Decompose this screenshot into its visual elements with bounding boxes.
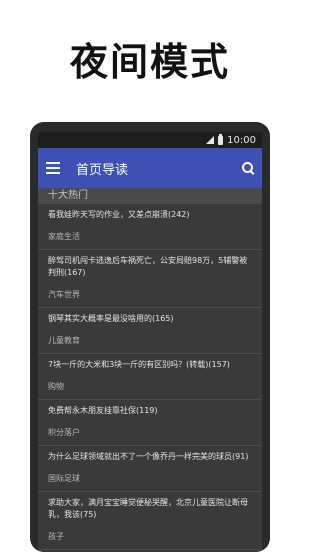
search-icon[interactable] — [242, 162, 254, 174]
list-item[interactable]: 免费帮永木朋友挂靠社保(119) 积分落户 — [38, 400, 262, 446]
list-item[interactable]: 醉驾司机闯卡逃逸后车祸死亡，公安局赔98万，5辅警被判刑(167) 汽车世界 — [38, 250, 262, 308]
item-category: 家庭生活 — [48, 232, 80, 241]
item-category: 汽车世界 — [48, 290, 80, 299]
item-title: 免费帮永木朋友挂靠社保(119) — [48, 406, 158, 415]
status-time: 10:00 — [227, 134, 256, 146]
list-item[interactable]: 钢琴其实大概率是最没啥用的(165) 儿童教育 — [38, 308, 262, 354]
battery-icon — [218, 133, 224, 145]
app-bar-title: 首页导读 — [76, 162, 129, 178]
item-title: 求助大家，满月宝宝睡觉便秘哭醒，北京儿童医院让断母乳，我该(75) — [48, 498, 248, 519]
menu-icon[interactable] — [46, 162, 60, 174]
list-item[interactable]: 7块一斤的大米和3块一斤的有区别吗？(转载)(157) 购物 — [38, 354, 262, 400]
item-title: 钢琴其实大概率是最没啥用的(165) — [48, 314, 174, 323]
app-bar: 首页导读 — [38, 148, 262, 188]
article-list: 看我娃昨天写的作业，又差点崩溃(242) 家庭生活 醉驾司机闯卡逃逸后车祸死亡，… — [38, 204, 262, 550]
status-bar: 10:00 — [38, 132, 262, 148]
list-item[interactable]: 为什么足球领域就出不了一个像乔丹一样完美的球员(91) 国际足球 — [38, 446, 262, 492]
section-header: 十大热门 — [38, 188, 262, 204]
item-title: 看我娃昨天写的作业，又差点崩溃(242) — [48, 210, 190, 219]
item-title: 醉驾司机闯卡逃逸后车祸死亡，公安局赔98万，5辅警被判刑(167) — [48, 256, 248, 277]
item-category: 儿童教育 — [48, 336, 80, 345]
phone-frame: 10:00 首页导读 十大热门 看我娃昨天写的作业，又差点崩溃(242) 家庭生… — [30, 122, 270, 552]
item-category: 购物 — [48, 382, 64, 391]
item-category: 积分落户 — [48, 428, 80, 437]
item-title: 为什么足球领域就出不了一个像乔丹一样完美的球员(91) — [48, 452, 249, 461]
list-item[interactable]: 看我娃昨天写的作业，又差点崩溃(242) 家庭生活 — [38, 204, 262, 250]
signal-icon — [206, 136, 215, 144]
item-title: 7块一斤的大米和3块一斤的有区别吗？(转载)(157) — [48, 360, 230, 369]
app-screen: 10:00 首页导读 十大热门 看我娃昨天写的作业，又差点崩溃(242) 家庭生… — [38, 132, 262, 552]
promo-title: 夜间模式 — [69, 40, 230, 84]
list-item[interactable]: 求助大家，满月宝宝睡觉便秘哭醒，北京儿童医院让断母乳，我该(75) 孩子 — [38, 492, 262, 550]
item-category: 国际足球 — [48, 474, 80, 483]
